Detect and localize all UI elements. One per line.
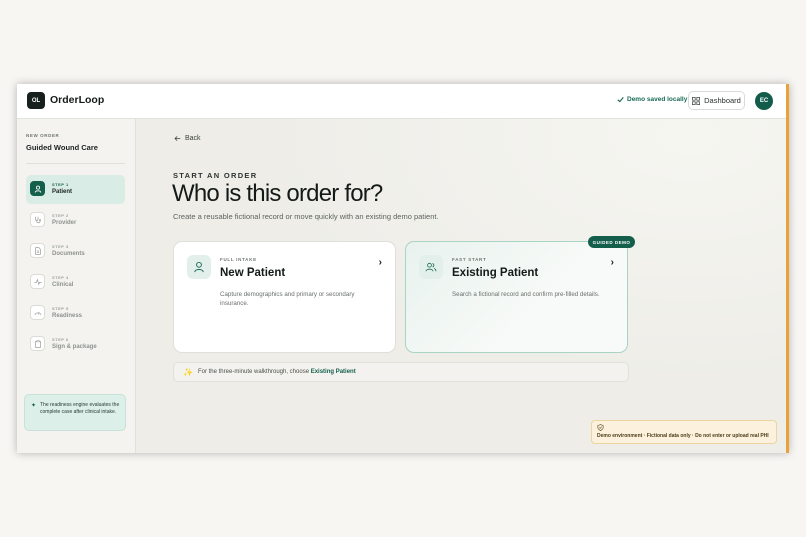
page-kicker: START AN ORDER	[173, 171, 258, 180]
step-number: STEP 5	[52, 306, 69, 311]
step-clinical[interactable]: STEP 4 Clinical	[26, 268, 125, 297]
step-number: STEP 2	[52, 213, 69, 218]
person-icon	[187, 255, 211, 279]
walkthrough-tip: ✨ For the three-minute walkthrough, choo…	[173, 362, 629, 382]
demo-environment-banner: Demo environment · Fictional data only ·…	[591, 420, 777, 444]
step-documents[interactable]: STEP 3 Documents	[26, 237, 125, 266]
card-kicker: FULL INTAKE	[220, 257, 257, 262]
chevron-right-icon: ›	[610, 257, 614, 268]
back-link[interactable]: Back	[174, 135, 201, 142]
sparkle-icon: ✨	[183, 367, 193, 377]
main-content: Back START AN ORDER Who is this order fo…	[137, 119, 786, 453]
shield-check-icon	[597, 424, 604, 433]
tip-highlight: Existing Patient	[310, 369, 356, 375]
readiness-note-text: The readiness engine evaluates the compl…	[40, 402, 120, 415]
step-number: STEP 4	[52, 275, 69, 280]
pulse-icon	[30, 274, 45, 289]
step-label: Patient	[52, 189, 73, 195]
new-patient-card[interactable]: FULL INTAKE New Patient Capture demograp…	[173, 241, 396, 353]
step-label: Clinical	[52, 282, 74, 288]
saved-status: Demo saved locally	[617, 96, 687, 103]
user-avatar[interactable]: EC	[755, 92, 773, 110]
check-icon	[617, 97, 624, 103]
page-title: Who is this order for?	[172, 180, 383, 207]
step-label: Provider	[52, 220, 77, 226]
card-title: New Patient	[220, 267, 286, 279]
tip-text: For the three-minute walkthrough, choose…	[197, 369, 356, 375]
saved-status-label: Demo saved locally	[627, 96, 688, 103]
card-description: Search a fictional record and confirm pr…	[452, 291, 600, 298]
step-number: STEP 1	[52, 182, 69, 187]
step-sidebar: NEW ORDER Guided Wound Care STEP 1 Patie…	[17, 119, 136, 453]
accent-edge	[786, 84, 789, 453]
card-description: Capture demographics and primary or seco…	[220, 291, 355, 307]
top-bar: OL OrderLoop Demo saved locally Dashboar…	[17, 84, 786, 119]
existing-patient-card[interactable]: FAST START Existing Patient Search a fic…	[405, 241, 628, 353]
sidebar-divider	[26, 163, 125, 164]
app-window: OL OrderLoop Demo saved locally Dashboar…	[17, 84, 789, 453]
clipboard-icon	[30, 336, 45, 351]
logo-mark: OL	[27, 92, 45, 109]
grid-icon	[692, 96, 701, 105]
guided-demo-badge: GUIDED DEMO	[588, 236, 635, 248]
leaf-icon: ✦	[31, 403, 37, 409]
document-icon	[30, 243, 45, 258]
card-kicker: FAST START	[452, 257, 487, 262]
chevron-right-icon: ›	[378, 257, 382, 268]
demo-banner-text: Demo environment · Fictional data only ·…	[597, 433, 769, 439]
step-provider[interactable]: STEP 2 Provider	[26, 206, 125, 235]
gauge-icon	[30, 305, 45, 320]
step-label: Documents	[52, 251, 85, 257]
arrow-left-icon	[174, 136, 181, 141]
dashboard-button-label: Dashboard	[704, 96, 741, 105]
sidebar-title: Guided Wound Care	[26, 143, 98, 152]
step-label: Sign & package	[52, 344, 97, 350]
page-subtitle: Create a reusable fictional record or mo…	[173, 212, 439, 221]
back-label: Back	[185, 135, 201, 142]
sidebar-kicker: NEW ORDER	[26, 133, 60, 138]
card-title: Existing Patient	[452, 267, 539, 279]
stethoscope-icon	[30, 212, 45, 227]
readiness-note: ✦ The readiness engine evaluates the com…	[24, 394, 126, 431]
brand-name: OrderLoop	[50, 94, 105, 106]
people-icon	[419, 255, 443, 279]
step-patient[interactable]: STEP 1 Patient	[26, 175, 125, 204]
person-icon	[30, 181, 45, 196]
dashboard-button[interactable]: Dashboard	[688, 91, 745, 110]
step-sign-package[interactable]: STEP 6 Sign & package	[26, 330, 125, 359]
step-number: STEP 3	[52, 244, 69, 249]
step-label: Readiness	[52, 313, 83, 319]
step-number: STEP 6	[52, 337, 69, 342]
step-readiness[interactable]: STEP 5 Readiness	[26, 299, 125, 328]
